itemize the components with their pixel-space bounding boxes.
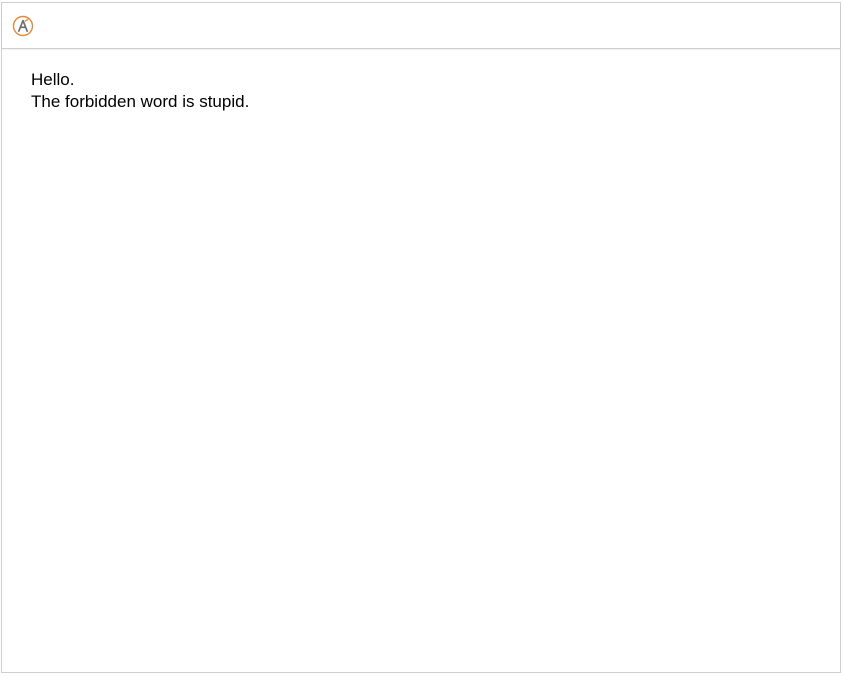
- app-window: Hello. The forbidden word is stupid.: [1, 2, 841, 673]
- message-text: The forbidden word is stupid.: [31, 92, 250, 111]
- message-content: Hello. The forbidden word is stupid.: [31, 69, 820, 113]
- toolbar: [2, 3, 840, 49]
- greeting-text: Hello.: [31, 70, 75, 89]
- accessibility-a-icon[interactable]: [12, 15, 34, 37]
